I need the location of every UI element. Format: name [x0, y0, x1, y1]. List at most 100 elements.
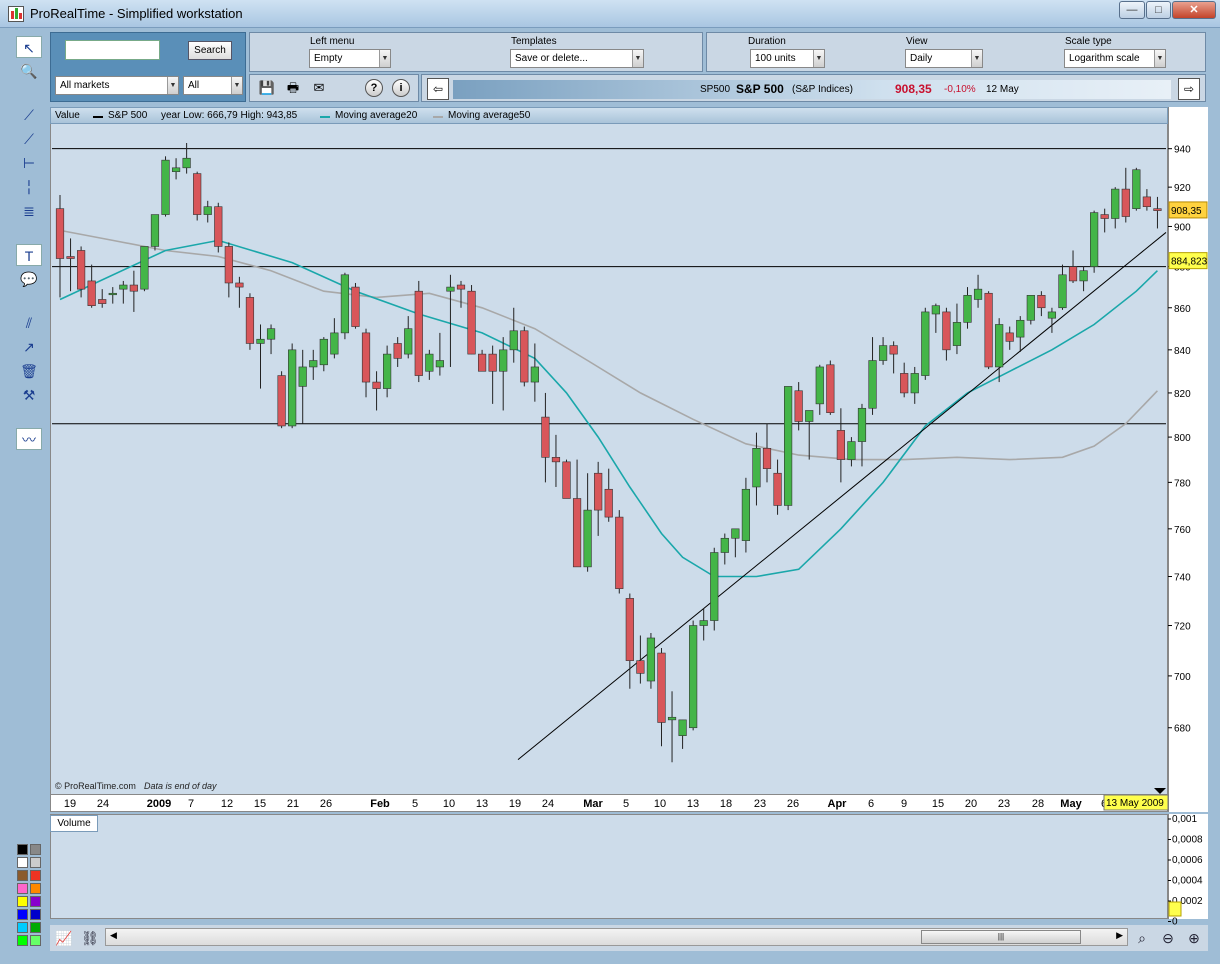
date-axis-label: 13: [476, 798, 488, 810]
candle-up: [266, 328, 276, 340]
candle-down: [900, 373, 909, 394]
candle-down: [615, 516, 624, 589]
link-icon[interactable]: ⛓: [79, 928, 101, 948]
candle-up: [340, 274, 350, 334]
candle-up: [404, 328, 413, 355]
candle-down: [456, 284, 466, 290]
candle-down: [277, 375, 286, 427]
price-axis-label: 920: [1174, 183, 1191, 194]
candle-up: [1111, 188, 1120, 219]
zoom-fit-icon[interactable]: ⌕: [1131, 928, 1153, 948]
volume-axis-label: 0,0004: [1172, 876, 1203, 887]
candle-down: [657, 652, 666, 723]
candle-down: [836, 430, 845, 460]
candle-up: [425, 353, 434, 372]
date-axis-label: 26: [787, 798, 799, 810]
candle-down: [87, 280, 96, 306]
date-axis-label: 24: [97, 798, 109, 810]
candle-down: [372, 381, 381, 389]
candle-up: [689, 625, 698, 729]
candle-up: [171, 167, 181, 172]
candle-down: [1142, 196, 1151, 207]
price-axis-label: 780: [1174, 478, 1191, 489]
candle-up: [1132, 169, 1141, 209]
candle-up: [509, 330, 518, 351]
candle-up: [857, 407, 867, 442]
candle-up: [868, 360, 877, 409]
candle-down: [562, 461, 571, 499]
candle-up: [1016, 319, 1025, 338]
volume-axis-label: 0,0008: [1172, 835, 1203, 846]
candle-up: [646, 637, 656, 682]
date-axis-label: 15: [254, 798, 266, 810]
date-axis-label: 13: [687, 798, 699, 810]
date-axis-label: Mar: [583, 798, 603, 810]
candle-up: [203, 206, 212, 215]
scroll-left-icon[interactable]: ◀: [110, 930, 117, 941]
volume-axis-label: 0,0006: [1172, 855, 1203, 866]
date-axis-label: 15: [932, 798, 944, 810]
candle-up: [741, 488, 751, 541]
candle-down: [541, 416, 550, 458]
candle-down: [488, 353, 497, 372]
candle-down: [794, 390, 803, 422]
time-scrollbar[interactable]: ◀ ||| ▶: [105, 928, 1128, 946]
candle-down: [361, 332, 371, 383]
candle-down: [214, 206, 223, 247]
copyright-text: © ProRealTime.com: [55, 781, 136, 791]
zoom-in-icon[interactable]: ⊕: [1183, 928, 1205, 948]
date-axis-label: 19: [509, 798, 521, 810]
candle-down: [55, 208, 65, 259]
candle-down: [66, 256, 75, 259]
price-axis-label: 720: [1174, 622, 1191, 633]
date-axis-label: 7: [188, 798, 194, 810]
candle-up: [435, 360, 444, 368]
candle-down: [193, 173, 202, 215]
last-price-label: 908,35: [1171, 206, 1202, 217]
candle-down: [636, 660, 645, 674]
date-axis-label: 21: [287, 798, 299, 810]
candle-up: [108, 292, 117, 296]
cursor-date-label: 13 May 2009: [1106, 798, 1164, 809]
candle-up: [931, 305, 940, 315]
date-axis-label: 26: [320, 798, 332, 810]
candle-up: [910, 373, 919, 394]
candle-up: [921, 311, 930, 376]
date-axis-label: Feb: [370, 798, 390, 810]
candle-down: [1005, 332, 1014, 342]
moving-average-20-line: [59, 239, 1158, 578]
candle-down: [1068, 266, 1078, 282]
zoom-out-icon[interactable]: ⊖: [1157, 928, 1179, 948]
candle-up: [530, 366, 539, 383]
volume-axis-label: 0,001: [1172, 814, 1197, 825]
candle-down: [351, 286, 360, 327]
candle-up: [583, 509, 592, 568]
candle-up: [752, 448, 761, 488]
candle-down: [235, 282, 244, 288]
scroll-right-icon[interactable]: ▶: [1116, 930, 1123, 941]
candle-down: [889, 345, 898, 355]
candle-down: [129, 284, 138, 292]
candle-down: [477, 353, 487, 372]
date-axis-label: 12: [221, 798, 233, 810]
price-axis-label: 800: [1174, 433, 1191, 444]
candle-up: [784, 386, 793, 506]
candle-up: [1079, 270, 1088, 282]
candle-down: [98, 299, 107, 304]
candle-down: [467, 290, 476, 355]
scroll-thumb[interactable]: |||: [921, 930, 1081, 944]
candle-up: [383, 353, 392, 389]
date-axis-label: 20: [965, 798, 977, 810]
chart-type-icon[interactable]: 📈: [53, 928, 75, 948]
price-axis-label: 860: [1174, 304, 1191, 315]
date-axis-label: 28: [1032, 798, 1044, 810]
date-axis-label: 5: [623, 798, 629, 810]
candle-up: [699, 620, 708, 626]
candle-up: [1090, 212, 1099, 267]
price-axis-label: 940: [1174, 145, 1191, 156]
candle-down: [414, 290, 423, 376]
candle-up: [319, 338, 328, 366]
date-axis-label: 24: [542, 798, 554, 810]
candle-up: [731, 528, 740, 539]
price-axis-label: 760: [1174, 525, 1191, 536]
